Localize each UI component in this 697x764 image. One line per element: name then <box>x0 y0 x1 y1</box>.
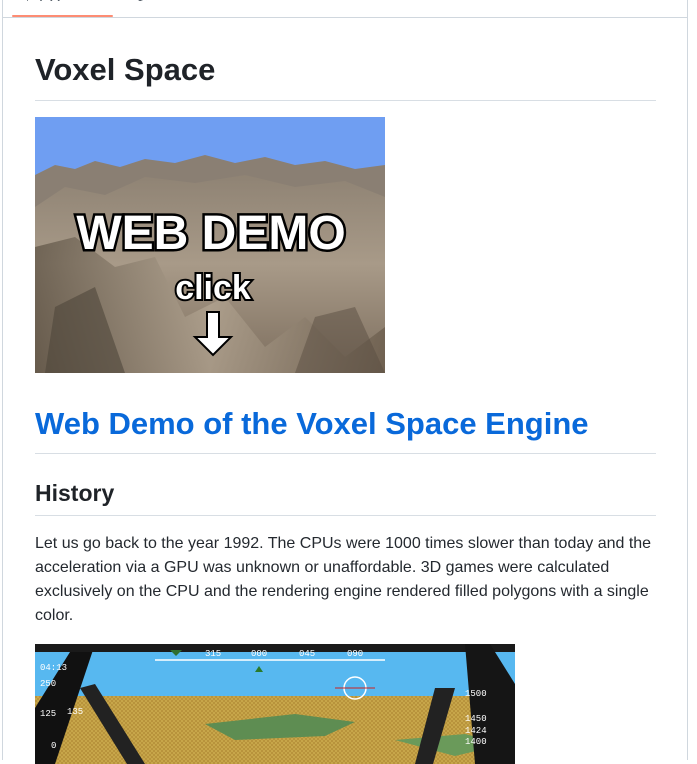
flight-hud-image: 315 000 045 090 04:13 250 125 135 0 1500… <box>35 644 515 764</box>
history-heading: History <box>35 480 115 506</box>
left-scale-125: 125 <box>40 709 56 719</box>
title-divider <box>35 100 656 101</box>
right-scale-1400: 1400 <box>465 737 487 747</box>
left-scale-0: 0 <box>51 741 56 751</box>
page-title: Voxel Space <box>35 52 216 87</box>
compass-000: 000 <box>251 649 267 659</box>
right-scale-1500: 1500 <box>465 689 487 699</box>
compass-315: 315 <box>205 649 221 659</box>
right-scale-1450: 1450 <box>465 714 487 724</box>
history-divider <box>35 515 656 516</box>
active-tab-indicator <box>12 15 113 17</box>
voxel-terrain-image: WEB DEMO click <box>35 117 385 373</box>
demo-subline: click <box>175 269 251 307</box>
demo-headline: WEB DEMO <box>76 207 345 260</box>
compass-045: 045 <box>299 649 315 659</box>
tab-bar <box>3 0 687 18</box>
left-scale-250: 250 <box>40 679 56 689</box>
hud-time: 04:13 <box>40 663 67 673</box>
demo-divider <box>35 453 656 454</box>
web-demo-image-link[interactable]: WEB DEMO click <box>35 117 385 373</box>
compass-090: 090 <box>347 649 363 659</box>
book-icon <box>27 0 147 1</box>
history-paragraph: Let us go back to the year 1992. The CPU… <box>35 535 652 624</box>
demo-link-heading[interactable]: Web Demo of the Voxel Space Engine <box>35 404 589 444</box>
hud-speed: 135 <box>67 707 83 717</box>
right-scale-1424: 1424 <box>465 726 487 736</box>
cockpit-screenshot: 315 000 045 090 04:13 250 125 135 0 1500… <box>35 644 515 764</box>
tab-readme[interactable] <box>27 0 147 1</box>
